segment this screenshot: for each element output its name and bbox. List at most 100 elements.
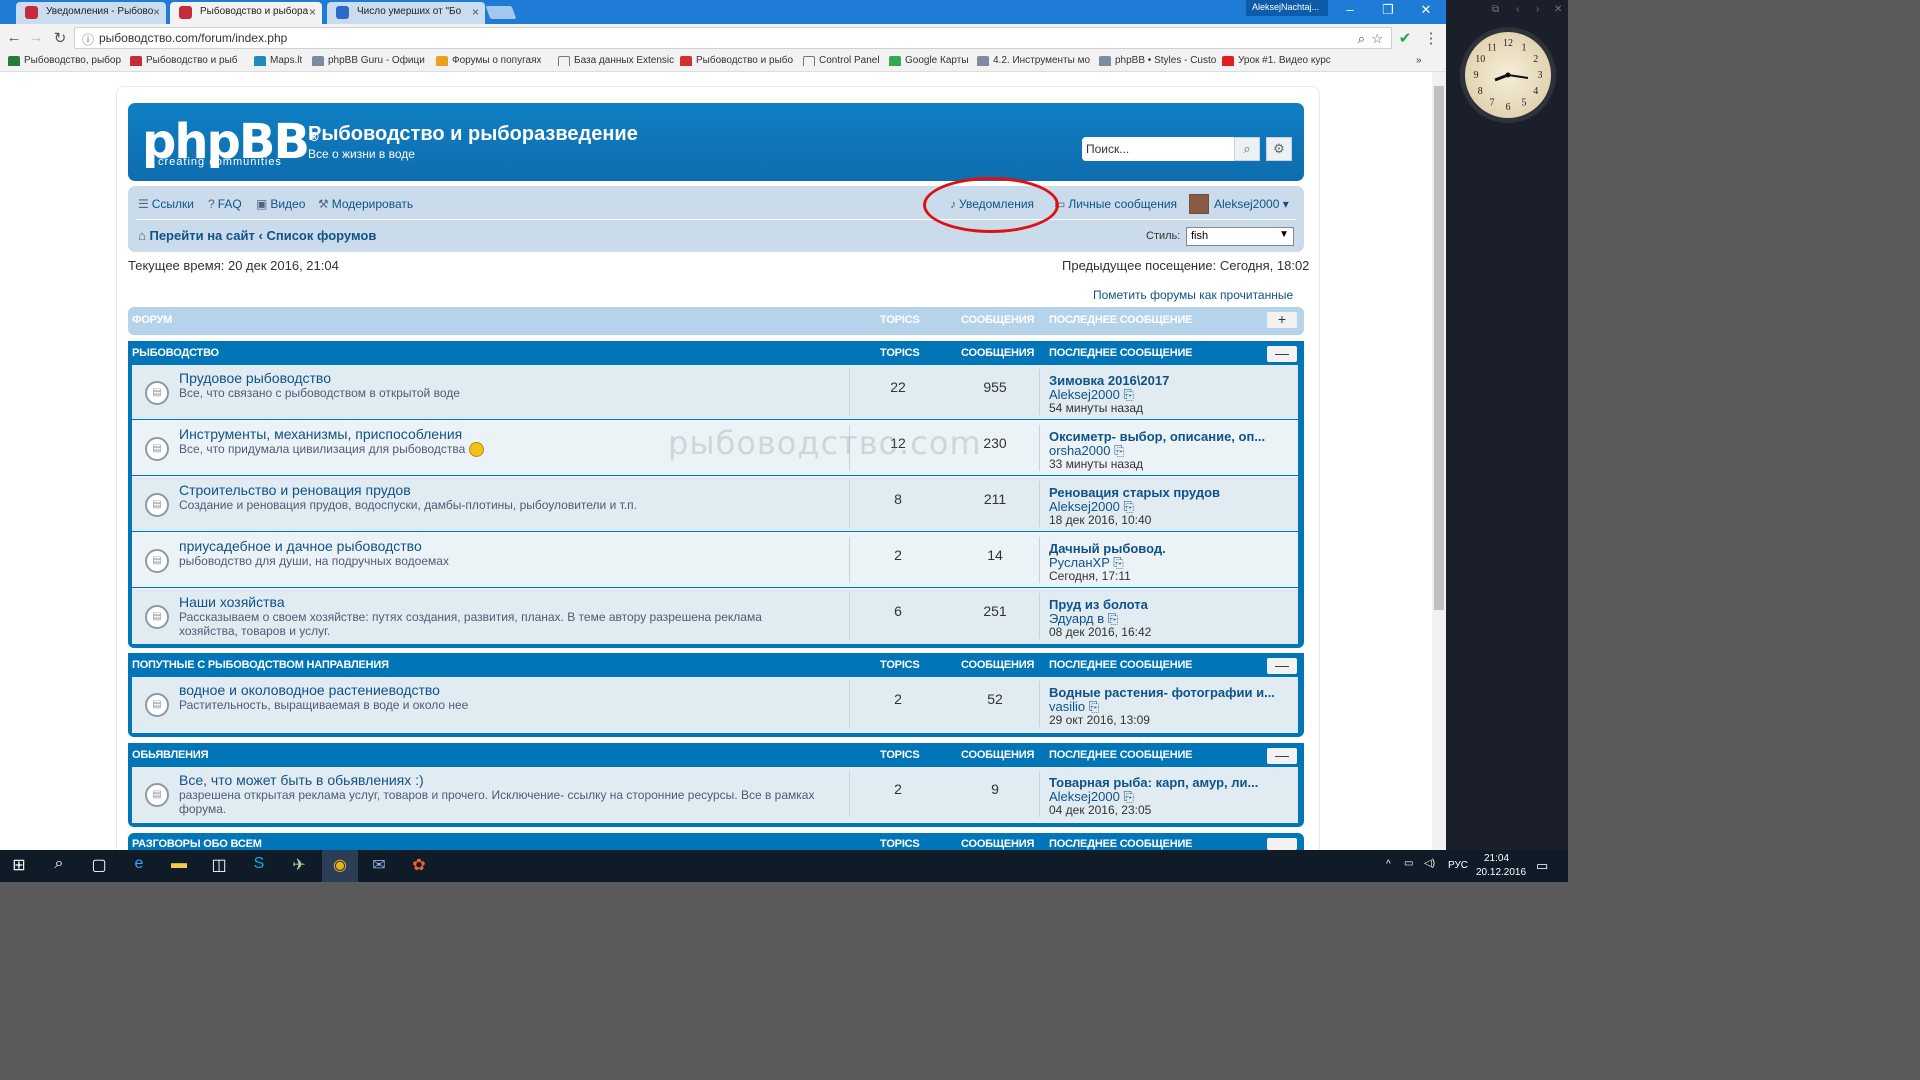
last-post-title-link[interactable]: Оксиметр- выбор, описание, оп... [1049, 429, 1265, 444]
close-icon[interactable]: × [309, 5, 316, 19]
close-icon[interactable]: × [153, 5, 160, 19]
bookmark-item[interactable]: Google Карты [889, 55, 969, 66]
close-icon[interactable]: × [472, 5, 479, 19]
bookmark-item[interactable]: Maps.lt [254, 55, 302, 66]
back-icon[interactable]: ← [5, 29, 23, 46]
prev-icon[interactable]: ‹ [1516, 4, 1519, 15]
breadcrumb-forums-link[interactable]: Список форумов [266, 228, 376, 243]
volume-icon[interactable]: ◁) [1424, 858, 1435, 869]
file-explorer-icon[interactable]: ▬ [168, 855, 190, 877]
edge-icon[interactable]: e [128, 855, 150, 877]
color-app-icon[interactable]: ✿ [408, 855, 430, 877]
last-post-title-link[interactable]: Водные растения- фотографии и... [1049, 685, 1275, 700]
forum-title-link[interactable]: Все, что может быть в обьявлениях :) [179, 772, 424, 788]
links-menu[interactable]: ☰ Ссылки [138, 197, 194, 211]
skype-icon[interactable]: S [248, 855, 270, 877]
bookmark-item[interactable]: Рыбоводство и рыб [130, 55, 237, 66]
view-post-icon[interactable]: ⎘ [1108, 611, 1118, 626]
collapse-button[interactable] [1267, 838, 1297, 850]
info-icon[interactable]: ⓘ [82, 31, 94, 48]
forum-title-link[interactable]: Инструменты, механизмы, приспособления [179, 426, 462, 442]
bookmark-item[interactable]: 4.2. Инструменты мо [977, 55, 1090, 66]
collapse-button[interactable]: — [1267, 658, 1297, 674]
next-icon[interactable]: › [1536, 4, 1539, 15]
star-icon[interactable]: ☆ [1371, 31, 1383, 47]
forward-icon[interactable]: → [27, 29, 45, 46]
search-icon[interactable]: ⌕ [48, 855, 70, 877]
view-post-icon[interactable]: ⎘ [1089, 699, 1099, 714]
bookmark-item[interactable]: База данных Extensic [558, 55, 674, 66]
avatar[interactable] [1189, 194, 1209, 214]
bookmark-item[interactable]: phpBB • Styles - Custo [1099, 55, 1216, 66]
collapse-button[interactable]: — [1267, 346, 1297, 362]
breadcrumb-site-link[interactable]: Перейти на сайт [149, 228, 254, 243]
view-post-icon[interactable]: ⎘ [1123, 387, 1133, 402]
tray-arrow-icon[interactable]: ^ [1386, 859, 1391, 870]
network-icon[interactable]: ▭ [1404, 858, 1413, 869]
video-link[interactable]: ▣ Видео [256, 197, 305, 211]
style-select[interactable]: fish ▼ [1186, 227, 1294, 246]
snap-icon[interactable]: ⧉ [1492, 4, 1499, 15]
clock-gadget[interactable]: 12 1 2 3 4 5 6 7 8 9 10 11 [1460, 27, 1556, 123]
clock-time[interactable]: 21:04 [1484, 853, 1509, 864]
menu-icon[interactable]: ⋮ [1422, 29, 1440, 47]
author-link[interactable]: Aleksej2000 [1049, 387, 1120, 402]
search-button[interactable]: ⌕ [1234, 137, 1260, 161]
address-bar[interactable]: ⓘ рыбоводство.com/forum/index.php ⌕ ☆ [74, 27, 1392, 49]
bookmarks-more[interactable]: » [1416, 55, 1422, 66]
category-title[interactable]: Попутные с рыбоводством направления [132, 659, 389, 671]
notification-center-icon[interactable]: ▭ [1536, 858, 1548, 874]
author-link[interactable]: РусланXP [1049, 555, 1110, 570]
store-icon[interactable]: ◫ [208, 855, 230, 877]
bookmark-item[interactable]: Урок #1. Видео курс [1222, 55, 1331, 66]
bookmark-item[interactable]: Форумы о попугаях [436, 55, 541, 66]
extension-check-icon[interactable]: ✔ [1396, 29, 1414, 47]
view-post-icon[interactable]: ⎘ [1123, 789, 1133, 804]
bookmark-item[interactable]: phpBB Guru - Офици [312, 55, 425, 66]
advanced-search-button[interactable]: ⚙ [1266, 137, 1292, 161]
last-post-title-link[interactable]: Зимовка 2016\2017 [1049, 373, 1169, 388]
category-title[interactable]: Разговоры обо всем [132, 838, 262, 850]
category-title[interactable]: Обьявления [132, 749, 209, 761]
mail-icon[interactable]: ✉ [368, 855, 390, 877]
chrome-icon[interactable]: ◉ [322, 850, 358, 882]
view-post-icon[interactable]: ⎘ [1123, 499, 1133, 514]
mark-forums-read-link[interactable]: Пометить форумы как прочитанные [1093, 288, 1293, 302]
view-post-icon[interactable]: ⎘ [1114, 443, 1124, 458]
language-indicator[interactable]: РУС [1448, 860, 1468, 871]
author-link[interactable]: Aleksej2000 [1049, 789, 1120, 804]
faq-link[interactable]: ? FAQ [208, 197, 242, 211]
new-tab-button[interactable] [485, 6, 517, 19]
forum-title-link[interactable]: приусадебное и дачное рыбоводство [179, 538, 422, 554]
author-link[interactable]: vasilio [1049, 699, 1085, 714]
reload-icon[interactable]: ↻ [51, 29, 69, 47]
close-gadget-icon[interactable]: ✕ [1554, 4, 1562, 15]
last-post-title-link[interactable]: Товарная рыба: карп, амур, ли... [1049, 775, 1258, 790]
forum-title-link[interactable]: водное и околоводное растениеводство [179, 682, 440, 698]
private-messages-link[interactable]: ▭ Личные сообщения [1054, 197, 1177, 211]
forum-title-link[interactable]: Прудовое рыбоводство [179, 370, 331, 386]
moderate-link[interactable]: ⚒ Модерировать [318, 197, 413, 211]
maximize-icon[interactable]: ❐ [1368, 2, 1408, 20]
forum-title-link[interactable]: Строительство и реновация прудов [179, 482, 411, 498]
view-post-icon[interactable]: ⎘ [1113, 555, 1123, 570]
zoom-icon[interactable]: ⌕ [1358, 31, 1365, 47]
tab-forum[interactable]: Рыбоводство и рыбора × [170, 2, 322, 24]
expand-button[interactable]: + [1267, 312, 1297, 328]
last-post-title-link[interactable]: Реновация старых прудов [1049, 485, 1220, 500]
tab-notifications[interactable]: Уведомления - Рыбово × [16, 2, 166, 24]
minimize-icon[interactable]: – [1330, 2, 1370, 20]
last-post-title-link[interactable]: Дачный рыбовод. [1049, 541, 1166, 556]
forum-title-link[interactable]: Наши хозяйства [179, 594, 285, 610]
last-post-title-link[interactable]: Пруд из болота [1049, 597, 1148, 612]
bookmark-item[interactable]: Рыбоводство и рыбо [680, 55, 793, 66]
browser-user-chip[interactable]: AleksejNachtaj... [1246, 0, 1328, 16]
collapse-button[interactable]: — [1267, 748, 1297, 764]
author-link[interactable]: orsha2000 [1049, 443, 1110, 458]
task-view-icon[interactable]: ▢ [88, 855, 110, 877]
windows-start-icon[interactable]: ⊞ [8, 855, 30, 877]
app-icon[interactable]: ✈ [288, 855, 310, 877]
bookmark-item[interactable]: Рыбоводство, рыбор [8, 55, 121, 66]
close-window-icon[interactable]: ✕ [1406, 2, 1446, 20]
category-title[interactable]: Рыбоводство [132, 347, 219, 359]
